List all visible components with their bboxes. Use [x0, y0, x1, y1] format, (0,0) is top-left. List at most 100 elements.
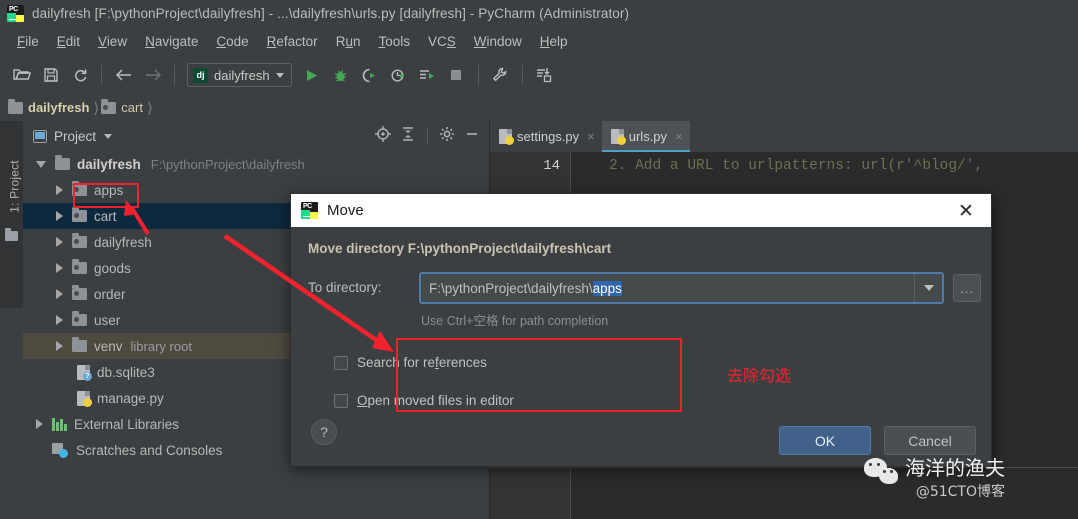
tree-row-dailyfresh[interactable]: dailyfresh F:\pythonProject\dailyfresh [23, 151, 490, 177]
move-dialog: PC Move ✕ Move directory F:\pythonProjec… [290, 193, 992, 467]
module-folder-icon [72, 233, 87, 248]
watermark: 海洋的渔夫 @51CTO博客 [864, 458, 1005, 501]
main-toolbar: dj dailyfresh [0, 56, 1078, 94]
toolbar-separator-2 [174, 65, 175, 85]
tree-label: db.sqlite3 [97, 364, 155, 380]
chevron-down-icon[interactable] [914, 274, 942, 302]
window-title: dailyfresh [F:\pythonProject\dailyfresh]… [32, 6, 630, 21]
tree-label: manage.py [97, 390, 164, 406]
menu-window[interactable]: Window [465, 32, 531, 51]
menu-edit[interactable]: Edit [48, 32, 89, 51]
project-panel-header: Project [23, 121, 490, 151]
chevron-down-icon[interactable] [104, 133, 113, 139]
open-moved-files-checkbox[interactable]: Open moved files in editor [334, 393, 514, 408]
module-folder-icon [72, 285, 87, 300]
folder-icon [72, 337, 87, 352]
checkbox-box[interactable] [334, 355, 348, 370]
run-with-coverage-icon[interactable] [356, 62, 383, 88]
checkbox-label: Search for references [357, 355, 487, 370]
menu-file[interactable]: File [8, 32, 48, 51]
tree-label: External Libraries [74, 416, 180, 432]
chevron-expanded-icon[interactable] [36, 160, 46, 168]
menu-help[interactable]: Help [531, 32, 577, 51]
chevron-collapsed-icon[interactable] [56, 289, 63, 299]
editor-tab-urls-py[interactable]: urls.py × [601, 121, 690, 152]
run-tool-icon[interactable] [414, 62, 441, 88]
to-directory-combobox[interactable]: F:\pythonProject\dailyfresh\ apps [419, 272, 944, 304]
project-panel-title: Project [54, 128, 97, 144]
chevron-collapsed-icon[interactable] [56, 237, 63, 247]
open-folder-icon[interactable] [8, 62, 35, 88]
python-file-icon [77, 390, 92, 407]
chevron-collapsed-icon[interactable] [56, 263, 63, 273]
forward-icon[interactable] [139, 62, 166, 88]
back-icon[interactable] [110, 62, 137, 88]
menu-refactor[interactable]: Refactor [258, 32, 327, 51]
profile-icon[interactable] [385, 62, 412, 88]
run-icon[interactable] [298, 62, 325, 88]
menu-view[interactable]: View [89, 32, 136, 51]
update-project-icon[interactable] [531, 62, 558, 88]
tree-label: Scratches and Consoles [76, 442, 223, 458]
debug-icon[interactable] [327, 62, 354, 88]
help-button[interactable]: ? [311, 419, 337, 445]
chevron-collapsed-icon[interactable] [56, 211, 63, 221]
menu-run[interactable]: Run [327, 32, 370, 51]
toolbar-separator [101, 65, 102, 85]
chevron-down-icon[interactable] [275, 72, 284, 78]
checkbox-box[interactable] [334, 393, 348, 408]
window-titlebar: PC dailyfresh [F:\pythonProject\dailyfre… [0, 0, 1078, 27]
module-folder-icon [72, 259, 87, 274]
breadcrumb: dailyfresh ⟩ cart ⟩ [0, 94, 1078, 121]
breadcrumb-separator-icon: ⟩ [93, 99, 100, 117]
tree-label: cart [94, 208, 117, 224]
chevron-collapsed-icon[interactable] [56, 185, 63, 195]
menu-code[interactable]: Code [207, 32, 257, 51]
settings-gear-icon[interactable] [439, 126, 455, 147]
path-prefix-text: F:\pythonProject\dailyfresh\ [429, 280, 593, 296]
scratches-icon [52, 443, 68, 458]
module-folder-icon [101, 98, 117, 114]
breadcrumb-item-dailyfresh[interactable]: dailyfresh [8, 98, 92, 115]
project-panel-toolbar [375, 121, 480, 151]
close-icon[interactable]: × [675, 129, 683, 144]
run-configuration-selector[interactable]: dj dailyfresh [187, 63, 292, 87]
save-all-icon[interactable] [37, 62, 64, 88]
ok-button[interactable]: OK [779, 426, 871, 455]
code-line: 2. Add a URL to urlpatterns: url(r'^blog… [609, 158, 984, 174]
chevron-collapsed-icon[interactable] [56, 341, 63, 351]
tree-path: F:\pythonProject\dailyfresh [150, 156, 305, 172]
chevron-collapsed-icon[interactable] [36, 419, 43, 429]
menu-tools[interactable]: Tools [369, 32, 419, 51]
python-file-icon [610, 129, 626, 145]
menu-navigate[interactable]: Navigate [136, 32, 207, 51]
collapse-all-icon[interactable] [400, 126, 416, 147]
watermark-handle: @51CTO博客 [915, 484, 1005, 500]
close-icon[interactable]: × [587, 129, 595, 144]
settings-wrench-icon[interactable] [487, 62, 514, 88]
sync-refresh-icon[interactable] [66, 62, 93, 88]
cancel-button[interactable]: Cancel [884, 426, 976, 455]
folder-icon [55, 155, 70, 170]
unknown-file-icon: ? [77, 364, 92, 381]
hide-panel-icon[interactable] [464, 126, 480, 147]
chevron-collapsed-icon[interactable] [56, 315, 63, 325]
search-for-references-checkbox[interactable]: Search for references [334, 355, 487, 370]
menu-vcs[interactable]: VCS [419, 32, 465, 51]
folder-icon[interactable] [5, 228, 18, 241]
module-folder-icon [72, 311, 87, 326]
dialog-title: Move [327, 202, 364, 219]
editor-tab-settings-py[interactable]: settings.py × [490, 121, 602, 152]
dialog-heading: Move directory F:\pythonProject\dailyfre… [308, 241, 612, 256]
tree-label: dailyfresh [77, 156, 141, 172]
breadcrumb-item-cart[interactable]: cart [101, 98, 146, 115]
dialog-titlebar: PC Move [291, 194, 991, 227]
close-icon[interactable]: ✕ [955, 200, 977, 222]
checkbox-label: Open moved files in editor [357, 393, 514, 408]
browse-button[interactable]: ... [953, 274, 981, 302]
left-toolwindow-strip: 1: Project [0, 121, 23, 519]
scroll-from-source-icon[interactable] [375, 125, 391, 147]
stop-icon[interactable] [443, 62, 470, 88]
tree-label: dailyfresh [94, 234, 152, 250]
breadcrumb-separator-icon: ⟩ [146, 99, 153, 117]
